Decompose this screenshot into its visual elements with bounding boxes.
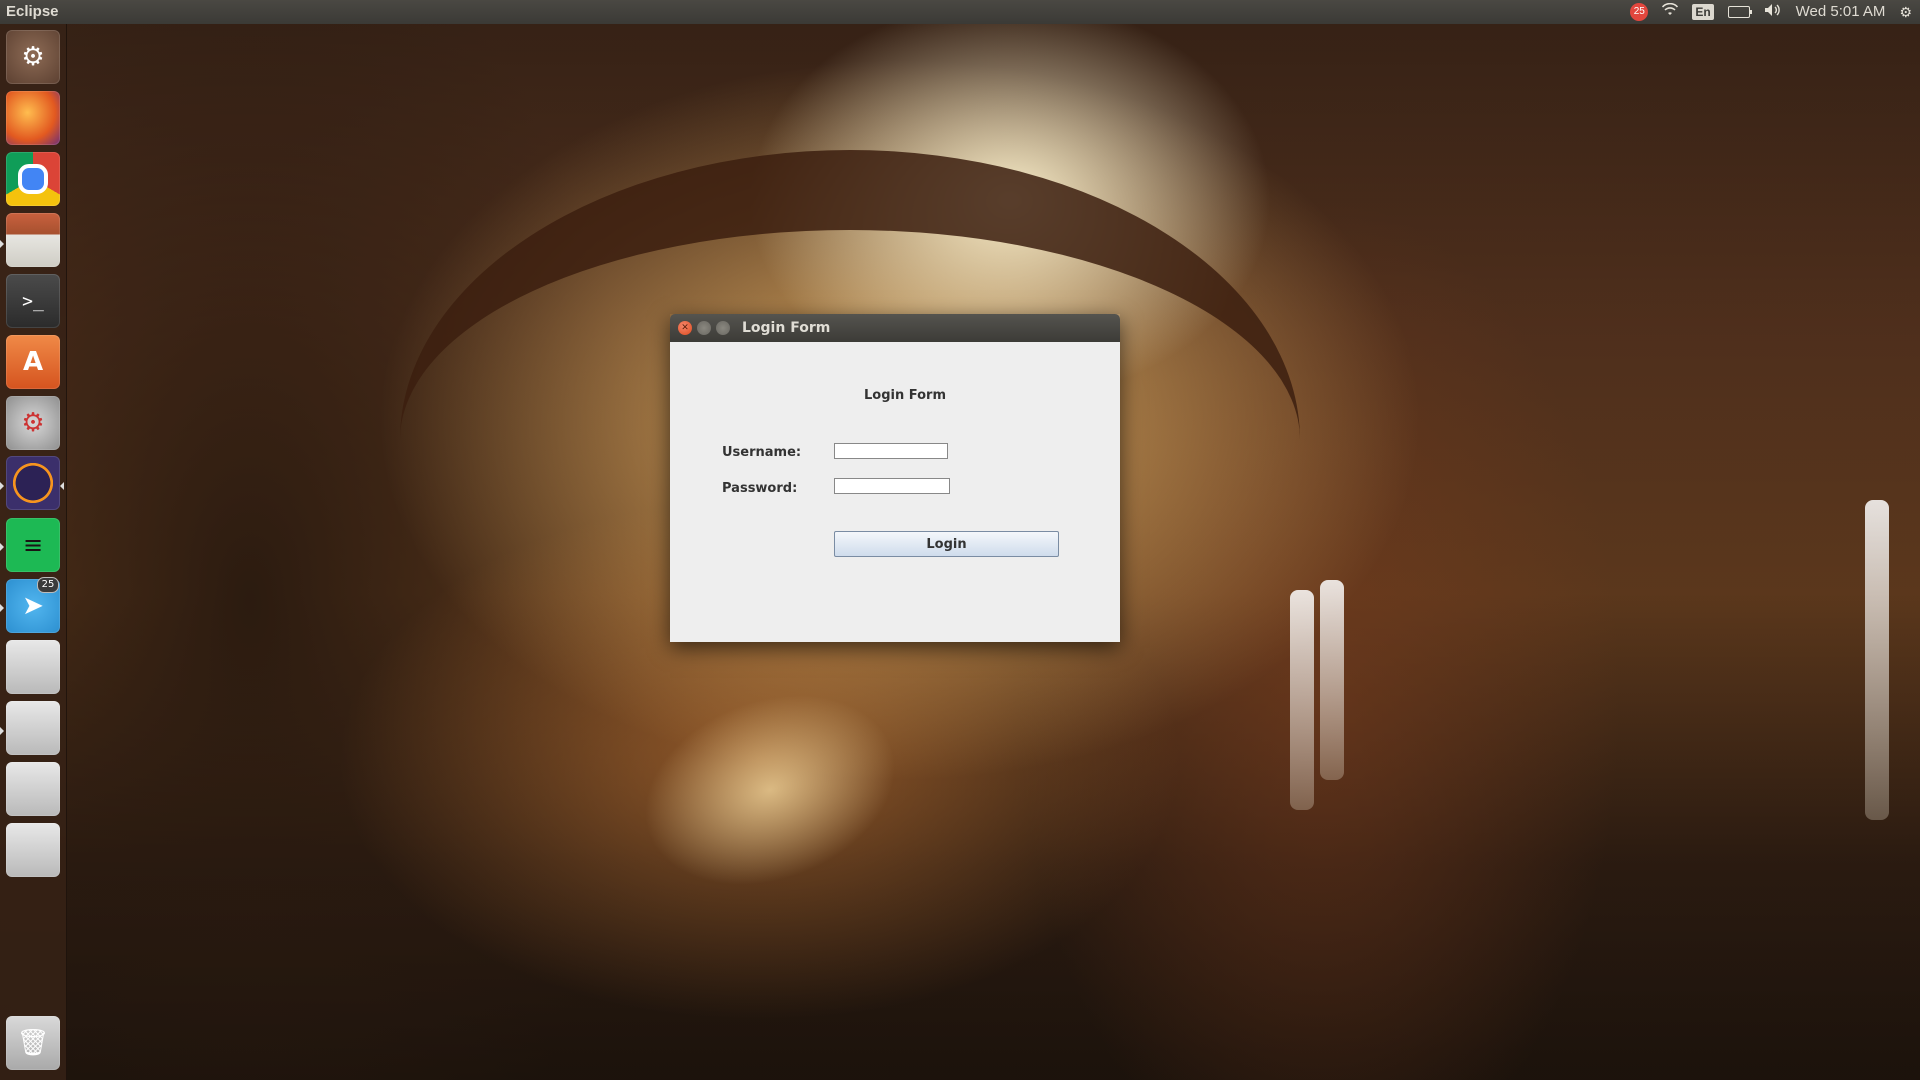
active-app-title[interactable]: Eclipse (6, 0, 59, 24)
eclipse-launcher[interactable] (6, 456, 60, 510)
drive-launcher-2[interactable] (6, 701, 60, 755)
chrome-launcher[interactable] (6, 152, 60, 206)
wallpaper-waterfall (1865, 500, 1889, 820)
username-label: Username: (722, 445, 802, 460)
window-title: Login Form (742, 320, 831, 336)
telegram-launcher[interactable]: ➤ 25 (6, 577, 60, 633)
drive-launcher-4[interactable] (6, 823, 60, 877)
password-field[interactable] (834, 478, 950, 494)
running-indicator (0, 727, 4, 735)
software-store-icon: A (22, 347, 44, 377)
wallpaper-waterfall (1320, 580, 1344, 780)
system-tray: 25 En Wed 5:01 AM ⚙ (1630, 0, 1912, 24)
login-form-window: ✕ Login Form Login Form Username: Passwo… (670, 314, 1120, 642)
volume-icon[interactable] (1764, 0, 1782, 24)
chrome-icon (18, 164, 48, 194)
wallpaper-waterfall (1290, 590, 1314, 810)
dash-home-button[interactable]: ⚙ (6, 30, 60, 84)
close-icon[interactable]: ✕ (678, 321, 692, 335)
notification-badge-icon[interactable]: 25 (1630, 3, 1649, 21)
drive-launcher-1[interactable] (6, 640, 60, 694)
form-heading: Login Form (864, 388, 946, 403)
window-titlebar[interactable]: ✕ Login Form (670, 314, 1120, 342)
software-center-launcher[interactable]: A (6, 335, 60, 389)
battery-icon[interactable] (1727, 6, 1752, 18)
settings-icon: ⚙ (21, 408, 45, 438)
wifi-icon[interactable] (1662, 0, 1679, 24)
launcher: ⚙ >_ A ⚙ ≡ ➤ 25 🗑 (0, 24, 67, 1080)
maximize-icon[interactable] (716, 321, 730, 335)
files-launcher[interactable] (6, 213, 60, 267)
system-settings-launcher[interactable]: ⚙ (6, 396, 60, 450)
active-app-indicator (60, 482, 64, 490)
username-field[interactable] (834, 443, 948, 459)
terminal-icon: >_ (22, 290, 44, 312)
running-indicator (0, 240, 4, 248)
ubuntu-logo-icon: ⚙ (21, 42, 45, 72)
clock[interactable]: Wed 5:01 AM (1796, 0, 1886, 24)
login-button[interactable]: Login (834, 531, 1059, 557)
top-panel: Eclipse 25 En Wed 5:01 AM ⚙ (0, 0, 1920, 24)
terminal-launcher[interactable]: >_ (6, 274, 60, 328)
keyboard-layout-indicator[interactable]: En (1692, 4, 1714, 20)
telegram-badge: 25 (37, 577, 59, 593)
trash-icon: 🗑 (16, 1028, 50, 1058)
settings-gear-icon[interactable]: ⚙ (1899, 0, 1912, 24)
spotify-launcher[interactable]: ≡ (6, 518, 60, 572)
telegram-icon: ➤ (22, 591, 44, 621)
running-indicator (0, 482, 4, 490)
drive-launcher-3[interactable] (6, 762, 60, 816)
firefox-launcher[interactable] (6, 91, 60, 145)
running-indicator (0, 543, 4, 551)
trash-launcher[interactable]: 🗑 (6, 1016, 60, 1070)
running-indicator (0, 604, 4, 612)
password-label: Password: (722, 481, 798, 496)
login-form-content: Login Form Username: Password: Login (670, 342, 1120, 642)
minimize-icon[interactable] (697, 321, 711, 335)
spotify-icon: ≡ (22, 531, 44, 559)
